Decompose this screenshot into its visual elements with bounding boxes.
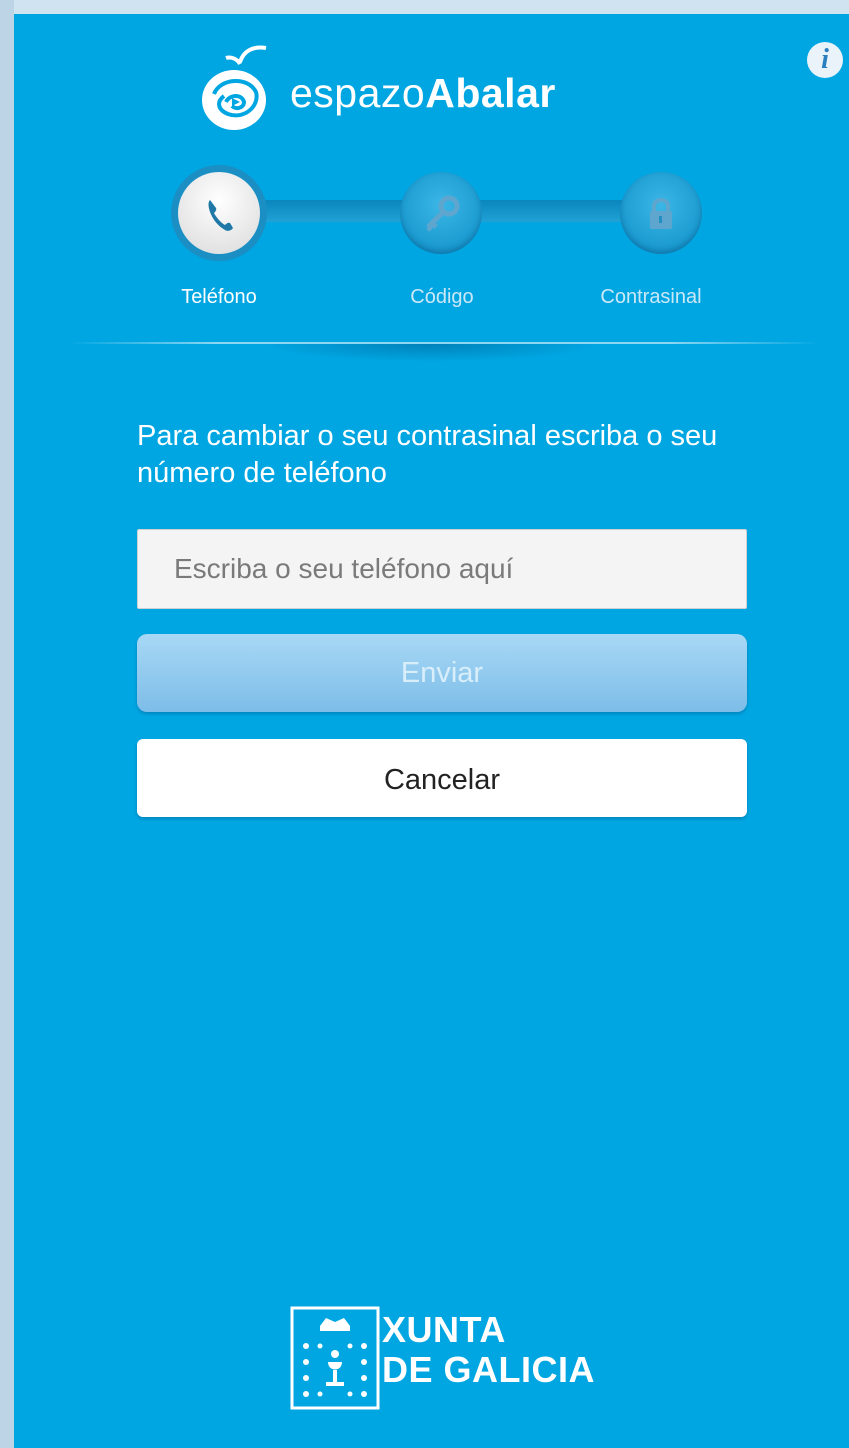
divider-shadow [260, 344, 600, 362]
xunta-emblem-icon [290, 1306, 380, 1410]
xunta-line-1: XUNTA [382, 1309, 506, 1350]
step-contrasinal [620, 172, 702, 254]
phone-icon [208, 200, 233, 231]
xunta-de-galicia-logo-text: XUNTA DE GALICIA [382, 1310, 595, 1390]
instruction-text: Para cambiar o seu contrasinal escriba o… [137, 420, 718, 489]
phone-input[interactable] [137, 529, 747, 609]
lock-icon [650, 198, 672, 229]
step-label-codigo: Código [410, 286, 474, 308]
cancel-button[interactable]: Cancelar [137, 739, 747, 817]
xunta-line-2: DE GALICIA [382, 1349, 596, 1390]
key-icon [426, 195, 460, 232]
step-label-telefono: Teléfono [181, 286, 257, 308]
send-button[interactable]: Enviar [137, 634, 747, 712]
progress-stepper: Teléfono Código Contrasinal [0, 0, 849, 330]
step-codigo [400, 172, 482, 254]
step-label-contrasinal: Contrasinal [600, 286, 702, 308]
step-telefono [178, 172, 260, 254]
